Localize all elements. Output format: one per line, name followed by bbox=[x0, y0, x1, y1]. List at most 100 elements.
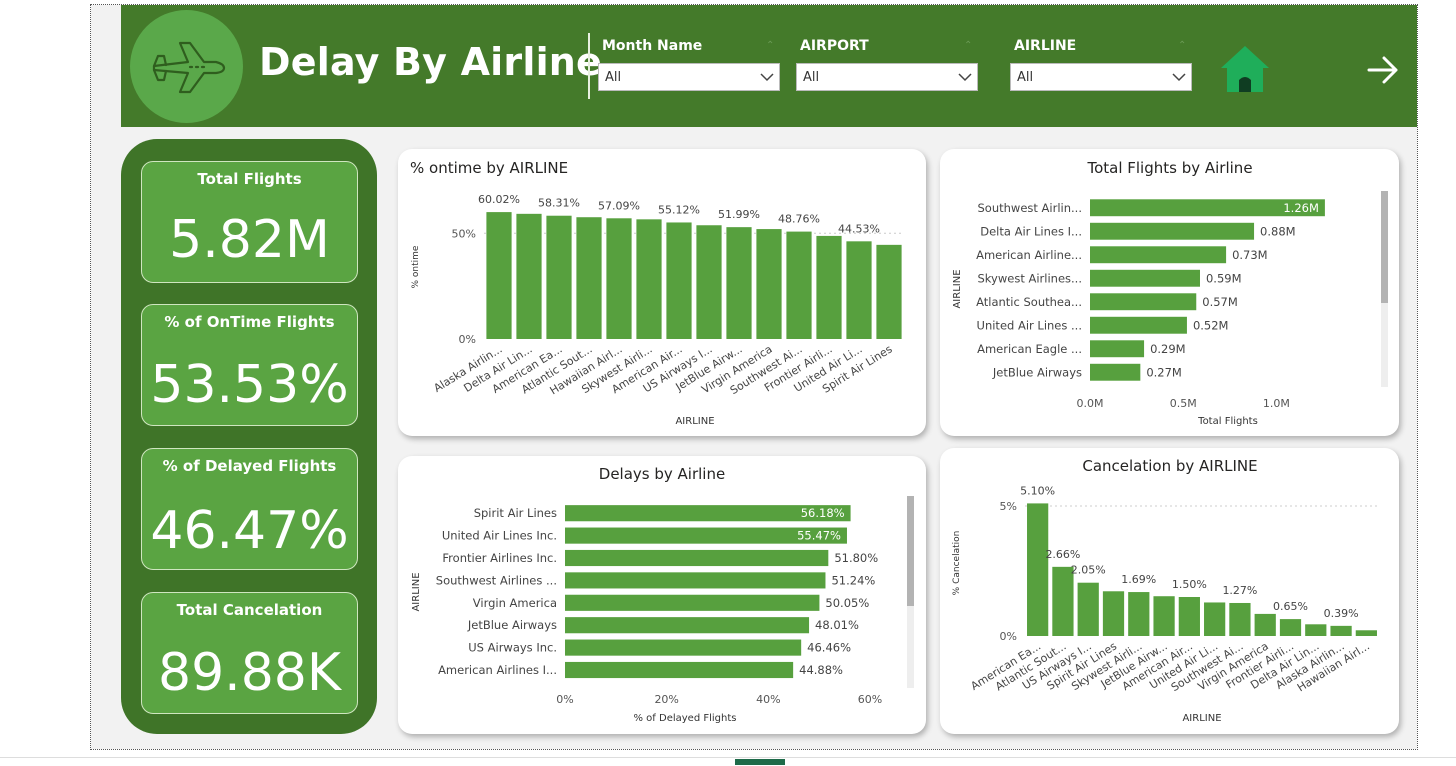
bar bbox=[486, 212, 512, 339]
chart-cancelation-by-airline[interactable]: Cancelation by AIRLINE % Cancelation AIRLI… bbox=[940, 448, 1399, 734]
kpi-card-cancelation: Total Cancelation 89.88K bbox=[141, 592, 358, 714]
data-label: 48.01% bbox=[815, 618, 859, 632]
data-label: 44.53% bbox=[838, 222, 880, 235]
chart-delays-by-airline[interactable]: Delays by Airline AIRLINE % of Delayed Fli… bbox=[398, 456, 926, 734]
y-tick-label: United Air Lines Inc. bbox=[442, 529, 557, 543]
y-tick-label: American Eagle ... bbox=[977, 342, 1082, 356]
data-label: 2.05% bbox=[1071, 564, 1106, 577]
data-label: 1.26M bbox=[1283, 201, 1319, 215]
cancelation-chart-svg: Cancelation by AIRLINE % Cancelation AIRLI… bbox=[952, 457, 1379, 724]
kpi-value: 5.82M bbox=[169, 210, 330, 270]
bar bbox=[1279, 619, 1302, 636]
y-tick-label: United Air Lines ... bbox=[977, 318, 1082, 332]
bar bbox=[1090, 222, 1255, 240]
bar bbox=[606, 218, 632, 339]
slicer-airline-value: All bbox=[1017, 70, 1034, 85]
active-page-tab[interactable] bbox=[735, 759, 785, 765]
x-tick-label: 0.5M bbox=[1170, 397, 1197, 410]
y-tick-label: Southwest Airlines ... bbox=[436, 573, 557, 587]
home-button[interactable] bbox=[1219, 44, 1271, 98]
bar bbox=[516, 213, 542, 339]
chart-title: Total Flights by Airline bbox=[1086, 159, 1252, 177]
x-tick-label: 60% bbox=[858, 693, 882, 706]
bar bbox=[1254, 613, 1276, 636]
kpi-title: Total Cancelation bbox=[176, 601, 323, 619]
x-tick-label: 1.0M bbox=[1263, 397, 1290, 410]
bar bbox=[1090, 316, 1187, 334]
x-tick-label: 0.0M bbox=[1077, 397, 1104, 410]
total-flights-chart-svg: Total Flights by Airline AIRLINE Total Fli… bbox=[952, 159, 1388, 427]
data-label: 46.46% bbox=[807, 641, 851, 655]
data-label: 51.24% bbox=[831, 573, 875, 587]
y-axis-label: AIRLINE bbox=[411, 572, 422, 611]
y-tick-label: 0% bbox=[459, 333, 476, 346]
y-tick-label: US Airways Inc. bbox=[468, 641, 557, 655]
slicer-airline-clear-icon[interactable]: ⌃ bbox=[1178, 40, 1186, 51]
data-label: 55.12% bbox=[658, 203, 700, 216]
bar bbox=[876, 244, 902, 339]
header-divider bbox=[588, 33, 590, 99]
x-tick-label: 40% bbox=[756, 693, 780, 706]
x-axis-label: Total Flights bbox=[1197, 416, 1258, 427]
bar bbox=[576, 217, 602, 339]
page-title: Delay By Airline bbox=[259, 40, 603, 84]
y-tick-label: American Airline... bbox=[976, 248, 1082, 262]
slicer-month-dropdown[interactable]: All bbox=[598, 63, 780, 91]
y-tick-label: 0% bbox=[1000, 630, 1017, 643]
bar bbox=[696, 225, 722, 339]
bar bbox=[565, 572, 826, 589]
kpi-card-delayed: % of Delayed Flights 46.47% bbox=[141, 448, 358, 570]
bar bbox=[846, 241, 872, 339]
bar bbox=[1027, 503, 1049, 636]
slicer-airline-dropdown[interactable]: All bbox=[1010, 63, 1192, 91]
data-label: 58.31% bbox=[538, 197, 580, 210]
bar bbox=[1090, 340, 1145, 358]
bar bbox=[565, 639, 802, 656]
bar bbox=[726, 227, 752, 339]
delays-chart-svg: Delays by Airline AIRLINE % of Delayed Fli… bbox=[411, 465, 914, 724]
y-axis-label: % Cancelation bbox=[952, 531, 962, 596]
next-page-button[interactable] bbox=[1366, 54, 1400, 90]
bar bbox=[1090, 363, 1141, 381]
bar bbox=[1090, 293, 1197, 311]
bar bbox=[636, 219, 662, 339]
y-tick-label: 5% bbox=[1000, 500, 1017, 513]
bar bbox=[1077, 582, 1099, 636]
scrollbar-thumb bbox=[907, 496, 914, 606]
chevron-down-icon bbox=[1172, 73, 1186, 82]
data-label: 0.88M bbox=[1260, 224, 1296, 238]
y-tick-label: American Airlines I... bbox=[438, 663, 557, 677]
chart-total-flights-by-airline[interactable]: Total Flights by Airline AIRLINE Total Fli… bbox=[940, 149, 1399, 436]
slicer-airport-clear-icon[interactable]: ⌃ bbox=[964, 40, 972, 51]
data-label: 1.27% bbox=[1222, 584, 1257, 597]
chart-ontime-by-airline[interactable]: % ontime by AIRLINE % ontime AIRLINE 0% 50% 6… bbox=[398, 149, 926, 436]
scrollbar-thumb bbox=[1381, 191, 1388, 303]
data-label: 44.88% bbox=[799, 663, 843, 677]
data-label: 56.18% bbox=[801, 506, 845, 520]
ontime-chart-svg: % ontime by AIRLINE % ontime AIRLINE 0% 50% 6… bbox=[410, 159, 904, 427]
data-label: 60.02% bbox=[478, 193, 520, 206]
bar bbox=[1128, 592, 1150, 636]
kpi-value: 46.47% bbox=[150, 501, 349, 561]
y-axis-label: % ontime bbox=[411, 245, 421, 288]
data-label: 0.59M bbox=[1206, 271, 1242, 285]
slicer-airport-dropdown[interactable]: All bbox=[796, 63, 978, 91]
home-icon bbox=[1221, 46, 1269, 92]
bar bbox=[546, 215, 572, 339]
arrow-right-icon bbox=[1367, 56, 1398, 84]
bar bbox=[1102, 591, 1125, 636]
chart-title: Delays by Airline bbox=[599, 465, 725, 483]
data-label: 1.50% bbox=[1172, 578, 1207, 591]
data-label: 5.10% bbox=[1020, 484, 1055, 497]
bar bbox=[1090, 246, 1227, 264]
x-axis-label: % of Delayed Flights bbox=[634, 713, 737, 724]
chevron-down-icon bbox=[958, 73, 972, 82]
y-tick-label: JetBlue Airways bbox=[467, 618, 557, 632]
y-tick-label: Atlantic Southea... bbox=[976, 295, 1082, 309]
slicer-month-value: All bbox=[605, 70, 622, 85]
y-tick-label: Skywest Airlines... bbox=[978, 271, 1083, 285]
y-tick-label: Virgin America bbox=[473, 596, 557, 610]
slicer-month-clear-icon[interactable]: ⌃ bbox=[766, 40, 774, 51]
bar bbox=[565, 661, 794, 679]
y-tick-label: 50% bbox=[452, 227, 476, 240]
